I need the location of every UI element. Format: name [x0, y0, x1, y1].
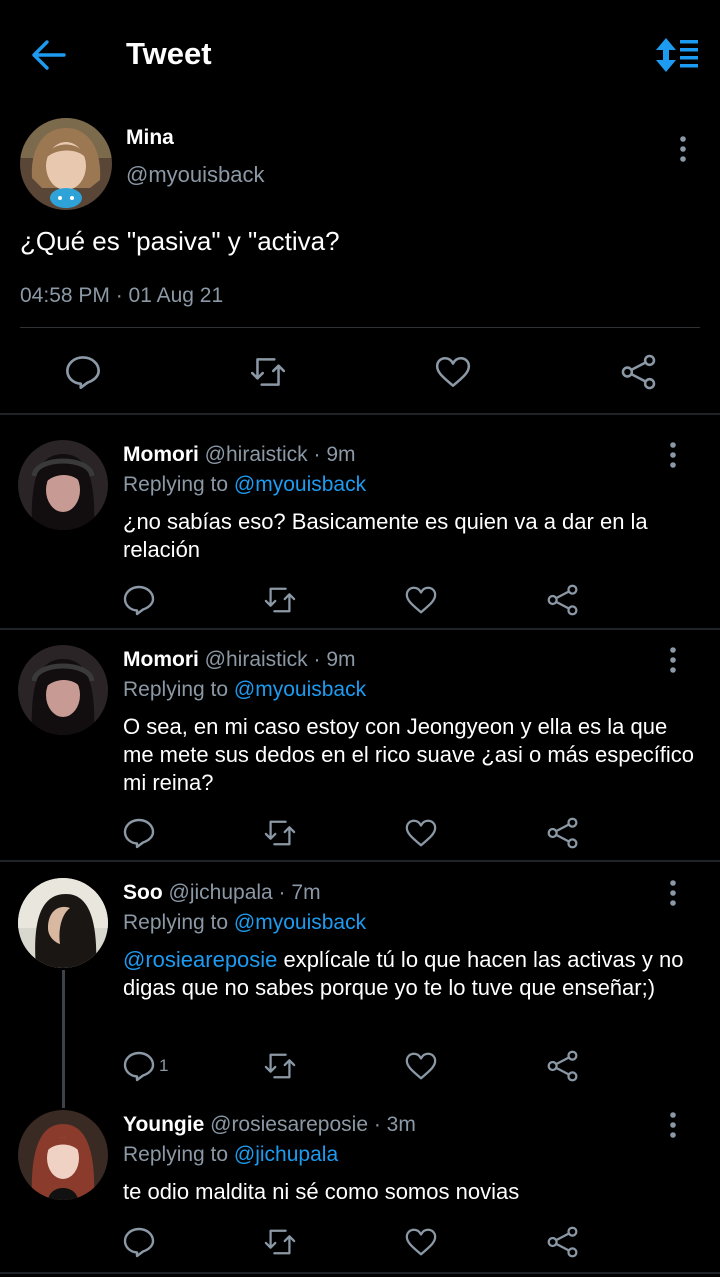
replying-to: Replying to @myouisback — [123, 911, 366, 935]
retweet-icon[interactable] — [262, 584, 296, 616]
tweet-timestamp: 04:58 PM · 01 Aug 21 — [20, 284, 224, 307]
replying-to: Replying to @myouisback — [123, 678, 366, 702]
author-name[interactable]: Mina — [126, 126, 174, 150]
replying-to: Replying to @myouisback — [123, 473, 366, 497]
more-options-icon[interactable] — [658, 878, 688, 908]
reply-text: ¿no sabías eso? Basicamente es quien va … — [123, 509, 648, 562]
share-icon[interactable] — [546, 1226, 580, 1258]
reply-tweet[interactable]: Momori @hiraistick · 9m Replying to @myo… — [0, 645, 720, 857]
author-handle[interactable]: @myouisback — [126, 162, 265, 188]
author-name[interactable]: Soo — [123, 881, 163, 904]
replying-label: Replying to — [123, 678, 229, 701]
reply-icon[interactable] — [122, 1226, 156, 1258]
like-icon[interactable] — [404, 584, 438, 616]
handle-time: @jichupala · 7m — [168, 881, 321, 904]
sort-icon[interactable] — [654, 36, 700, 74]
divider — [0, 1272, 720, 1274]
replying-to-link[interactable]: @myouisback — [234, 678, 366, 701]
divider — [0, 628, 720, 630]
reply-header: Momori @hiraistick · 9m — [123, 648, 356, 672]
share-icon[interactable] — [546, 817, 580, 849]
retweet-icon[interactable] — [262, 1050, 296, 1082]
replying-label: Replying to — [123, 1143, 229, 1166]
reply-icon[interactable] — [122, 1050, 156, 1082]
mention-link[interactable]: @rosieareposie — [123, 947, 277, 972]
reply-header: Momori @hiraistick · 9m — [123, 443, 356, 467]
more-options-icon[interactable] — [658, 645, 688, 675]
like-icon[interactable] — [434, 354, 472, 390]
avatar[interactable] — [18, 440, 108, 530]
retweet-icon[interactable] — [262, 817, 296, 849]
more-options-icon[interactable] — [658, 1110, 688, 1140]
reply-icon[interactable] — [64, 354, 102, 390]
retweet-icon[interactable] — [262, 1226, 296, 1258]
more-options-icon[interactable] — [658, 440, 688, 470]
replying-to-link[interactable]: @myouisback — [234, 911, 366, 934]
reply-icon[interactable] — [122, 584, 156, 616]
divider — [0, 860, 720, 862]
reply-tweet[interactable]: Soo @jichupala · 7m Replying to @myouisb… — [0, 878, 720, 1090]
retweet-icon[interactable] — [248, 354, 286, 390]
avatar[interactable] — [18, 1110, 108, 1200]
page-title: Tweet — [126, 36, 212, 71]
avatar[interactable] — [18, 645, 108, 735]
reply-text: O sea, en mi caso estoy con Jeongyeon y … — [123, 714, 695, 795]
replying-to-link[interactable]: @jichupala — [234, 1143, 338, 1166]
reply-header: Soo @jichupala · 7m — [123, 881, 321, 905]
author-name[interactable]: Momori — [123, 648, 199, 671]
replying-to-link[interactable]: @myouisback — [234, 473, 366, 496]
replying-label: Replying to — [123, 911, 229, 934]
reply-header: Youngie @rosiesareposie · 3m — [123, 1113, 416, 1137]
share-icon[interactable] — [546, 1050, 580, 1082]
replying-label: Replying to — [123, 473, 229, 496]
divider — [0, 413, 720, 415]
avatar[interactable] — [20, 118, 112, 210]
tweet-text: ¿Qué es "pasiva" y "activa? — [20, 226, 340, 256]
more-options-icon[interactable] — [668, 134, 698, 164]
reply-text: @rosieareposie explícale tú lo que hacen… — [123, 946, 698, 1002]
share-icon[interactable] — [620, 354, 658, 390]
reply-count: 1 — [159, 1056, 169, 1075]
reply-tweet[interactable]: Momori @hiraistick · 9m Replying to @myo… — [0, 440, 720, 625]
main-tweet: Mina @myouisback ¿Qué es "pasiva" y "act… — [0, 110, 720, 415]
divider — [20, 327, 700, 328]
share-icon[interactable] — [546, 584, 580, 616]
handle-time: @hiraistick · 9m — [204, 443, 356, 466]
top-bar: Tweet — [0, 0, 720, 110]
like-icon[interactable] — [404, 817, 438, 849]
like-icon[interactable] — [404, 1226, 438, 1258]
author-name[interactable]: Youngie — [123, 1113, 204, 1136]
handle-time: @hiraistick · 9m — [204, 648, 356, 671]
like-icon[interactable] — [404, 1050, 438, 1082]
reply-tweet[interactable]: Youngie @rosiesareposie · 3m Replying to… — [0, 1110, 720, 1270]
arrow-left-icon[interactable] — [30, 38, 68, 72]
author-name[interactable]: Momori — [123, 443, 199, 466]
handle-time: @rosiesareposie · 3m — [210, 1113, 416, 1136]
avatar[interactable] — [18, 878, 108, 968]
replying-to: Replying to @jichupala — [123, 1143, 338, 1167]
reply-text: te odio maldita ni sé como somos novias — [123, 1179, 520, 1204]
reply-icon[interactable] — [122, 817, 156, 849]
